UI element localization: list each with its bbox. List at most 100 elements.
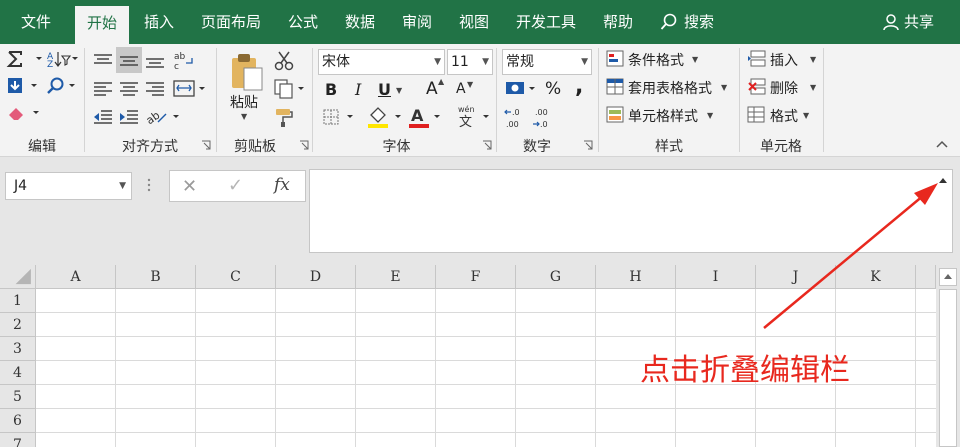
row-header[interactable]: 7 (0, 433, 36, 447)
tab-home[interactable]: 开始 (75, 6, 129, 44)
column-header[interactable]: H (596, 265, 676, 289)
column-header[interactable]: G (516, 265, 596, 289)
format-as-table-label[interactable]: 套用表格格式 (628, 78, 712, 98)
underline-dropdown-icon[interactable]: ▼ (396, 86, 402, 95)
collapse-formula-bar-icon[interactable] (938, 176, 948, 184)
column-header[interactable]: K (836, 265, 916, 289)
delete-cells-label[interactable]: 删除 (770, 78, 798, 98)
confirm-entry-button[interactable]: ✓ (228, 175, 243, 196)
increase-indent-icon[interactable] (118, 108, 140, 126)
formula-input[interactable] (309, 169, 953, 253)
conditional-formatting-icon[interactable] (606, 50, 626, 68)
chevron-down-icon[interactable]: ▼ (721, 83, 727, 92)
cancel-entry-button[interactable]: ✕ (182, 176, 197, 197)
paste-icon[interactable] (228, 52, 266, 92)
search-box[interactable]: 搜索 (658, 0, 714, 44)
align-top-icon[interactable] (92, 52, 114, 70)
column-header[interactable]: D (276, 265, 356, 289)
insert-cells-icon[interactable] (747, 50, 767, 68)
percent-style-button[interactable]: % (545, 79, 561, 99)
number-launcher-icon[interactable] (583, 140, 593, 150)
row-header[interactable]: 4 (0, 361, 36, 385)
font-color-icon[interactable]: A (407, 106, 447, 130)
chevron-down-icon[interactable]: ▼ (810, 83, 816, 92)
column-header[interactable]: I (676, 265, 756, 289)
alignment-launcher-icon[interactable] (201, 140, 211, 150)
cell-styles-label[interactable]: 单元格样式 (628, 106, 698, 126)
clipboard-launcher-icon[interactable] (299, 140, 309, 150)
chevron-down-icon[interactable]: ▼ (581, 50, 588, 74)
paste-dropdown-icon[interactable]: ▼ (241, 112, 247, 121)
font-size-combo[interactable]: 11 ▼ (447, 49, 493, 75)
borders-icon[interactable] (322, 108, 358, 128)
sort-filter-icon[interactable]: A Z (45, 50, 79, 68)
merge-center-icon[interactable] (172, 78, 208, 100)
format-painter-icon[interactable] (273, 106, 295, 128)
scroll-up-button[interactable] (939, 268, 957, 286)
row-header[interactable]: 1 (0, 289, 36, 313)
number-format-combo[interactable]: 常规 ▼ (502, 49, 592, 75)
underline-button[interactable]: U (378, 80, 391, 99)
align-center-icon[interactable] (118, 80, 140, 98)
select-all-corner[interactable] (0, 265, 36, 289)
delete-cells-icon[interactable] (747, 78, 767, 96)
grip-dots-icon[interactable] (147, 177, 151, 193)
column-header[interactable] (916, 265, 936, 289)
increase-decimal-icon[interactable]: .0 .00 (504, 106, 530, 130)
scroll-thumb[interactable] (939, 289, 957, 447)
autosum-icon[interactable] (6, 50, 46, 68)
align-left-icon[interactable] (92, 80, 114, 98)
find-select-icon[interactable] (45, 76, 79, 96)
chevron-down-icon[interactable]: ▼ (707, 111, 713, 120)
align-bottom-icon[interactable] (144, 52, 166, 70)
collapse-ribbon-icon[interactable] (935, 138, 949, 150)
row-header[interactable]: 2 (0, 313, 36, 337)
accounting-format-icon[interactable] (504, 78, 538, 100)
tab-developer[interactable]: 开发工具 (506, 0, 586, 44)
comma-style-button[interactable]: , (575, 74, 583, 99)
align-middle-icon[interactable] (118, 52, 140, 70)
tab-file[interactable]: 文件 (10, 0, 62, 44)
tab-help[interactable]: 帮助 (594, 0, 642, 44)
insert-function-button[interactable]: fx (274, 175, 290, 195)
font-name-combo[interactable]: 宋体 ▼ (318, 49, 445, 75)
name-box[interactable]: J4 ▼ (5, 172, 132, 200)
orientation-icon[interactable]: ab (144, 108, 184, 126)
bold-button[interactable]: B (325, 80, 337, 99)
chevron-down-icon[interactable]: ▼ (692, 55, 698, 64)
clear-icon[interactable] (6, 104, 46, 122)
column-header[interactable]: J (756, 265, 836, 289)
tab-formulas[interactable]: 公式 (279, 0, 327, 44)
decrease-indent-icon[interactable] (92, 108, 114, 126)
font-launcher-icon[interactable] (482, 140, 492, 150)
increase-font-size-button[interactable]: A (426, 79, 438, 99)
decrease-decimal-icon[interactable]: .00 .0 (532, 106, 558, 130)
italic-button[interactable]: I (355, 80, 361, 99)
phonetic-guide-icon[interactable]: wén 文 (455, 104, 493, 130)
chevron-down-icon[interactable]: ▼ (482, 50, 489, 74)
format-cells-icon[interactable] (747, 106, 767, 124)
column-header[interactable]: B (116, 265, 196, 289)
chevron-down-icon[interactable]: ▼ (810, 55, 816, 64)
vertical-scrollbar[interactable] (936, 265, 960, 447)
format-as-table-icon[interactable] (606, 78, 626, 96)
row-header[interactable]: 3 (0, 337, 36, 361)
insert-cells-label[interactable]: 插入 (770, 50, 798, 70)
fill-color-icon[interactable] (366, 106, 406, 130)
row-header[interactable]: 5 (0, 385, 36, 409)
tab-review[interactable]: 审阅 (393, 0, 441, 44)
tab-insert[interactable]: 插入 (135, 0, 183, 44)
row-header[interactable]: 6 (0, 409, 36, 433)
cell-styles-icon[interactable] (606, 106, 626, 124)
share-button[interactable]: 共享 (882, 0, 934, 44)
paste-label[interactable]: 粘贴 (230, 92, 258, 112)
fill-down-icon[interactable] (6, 76, 46, 96)
tab-page-layout[interactable]: 页面布局 (192, 0, 270, 44)
format-cells-label[interactable]: 格式 (770, 106, 798, 126)
chevron-down-icon[interactable]: ▼ (434, 50, 441, 74)
wrap-text-icon[interactable]: ab c (172, 50, 196, 72)
chevron-down-icon[interactable]: ▼ (803, 111, 809, 120)
tab-data[interactable]: 数据 (336, 0, 384, 44)
align-right-icon[interactable] (144, 80, 166, 98)
column-header[interactable]: C (196, 265, 276, 289)
